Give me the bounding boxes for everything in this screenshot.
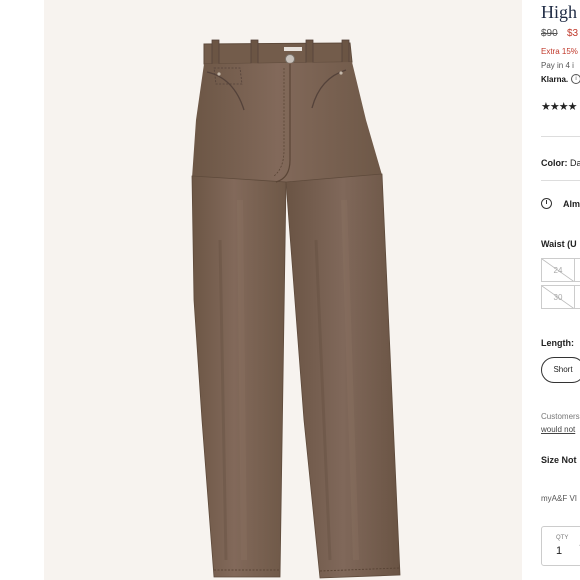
product-gallery [0,0,522,580]
color-label-text: Color: [541,158,568,168]
promo-text: Extra 15% [541,47,578,56]
myaf-text: myA&F VI [541,494,578,503]
size-option-30[interactable]: 30 [541,285,575,309]
divider [541,136,580,137]
sale-price: $3 [567,28,579,39]
customer-note: Customers [541,412,580,421]
info-icon[interactable]: i [571,74,580,84]
size-note-heading[interactable]: Size Not [541,455,577,465]
size-option-next[interactable] [574,285,580,309]
size-option-next[interactable] [574,258,580,282]
length-label: Length: [541,338,574,348]
qty-label: QTY [556,535,569,541]
product-title: High [541,2,577,22]
customer-note-link[interactable]: would not [541,425,575,434]
availability-text: Alm [563,199,580,209]
product-info-panel: High $90 $3 Extra 15% Pay in 4 i Klarna.… [522,0,580,580]
clock-icon [541,198,552,209]
original-price: $90 [541,28,558,39]
klarna-logo: Klarna. [541,75,569,84]
gallery-left-strip [0,0,44,580]
color-value: Da [570,158,580,168]
quantity-selector[interactable]: QTY 1 ⌃ [541,526,580,566]
installment-text: Pay in 4 i [541,61,574,70]
qty-value: 1 [556,545,563,557]
divider [541,180,580,181]
waist-label: Waist (U [541,239,577,249]
size-option-24[interactable]: 24 [541,258,575,282]
size-option-label: 30 [553,293,563,302]
color-label: Color: Da [541,158,580,168]
rating-stars[interactable]: ★★★★ [541,100,577,113]
size-option-label: 24 [553,266,563,275]
length-option-short[interactable]: Short [541,357,580,383]
product-image-jeans[interactable] [44,0,522,580]
